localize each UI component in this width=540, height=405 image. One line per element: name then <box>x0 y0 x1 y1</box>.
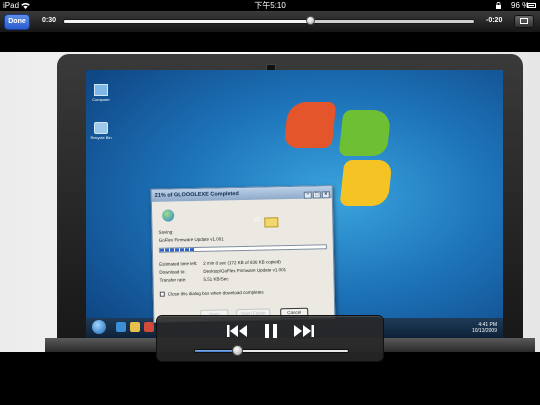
fast-forward-icon <box>294 325 314 337</box>
done-button[interactable]: Done <box>4 14 30 30</box>
file-name: GoFlex Firmware Update v1.001 <box>158 236 224 243</box>
dialog-title-bar: 21% of GLOOOLEXE Completed − □ × <box>151 186 332 202</box>
desktop-icon-label: Recycle Bin <box>90 135 112 140</box>
scrubber-fill <box>64 20 310 23</box>
volume-slider[interactable] <box>194 349 349 353</box>
playback-scrubber[interactable] <box>63 19 475 24</box>
rewind-icon <box>227 325 247 337</box>
aspect-ratio-button[interactable] <box>514 15 534 28</box>
transfer-rate-value: 5.51 KB/Sec <box>203 276 229 282</box>
tray-date: 10/13/2009 <box>471 328 497 334</box>
saving-label: Saving: <box>158 229 174 235</box>
battery-icon <box>527 3 536 8</box>
windows-logo-red <box>283 102 337 148</box>
remaining-time: -0:20 <box>486 17 503 24</box>
download-to-label: Download to: <box>159 269 186 275</box>
download-to-value: Desktop\GoFlex Firmware Update v1.001 <box>203 267 287 274</box>
maximize-icon: □ <box>312 191 321 199</box>
windows-logo-green <box>338 110 392 156</box>
computer-icon <box>94 84 108 96</box>
video-frame[interactable]: Computer Recycle Bin 4:41 PM 10/13/2009 … <box>0 52 540 352</box>
recycle-bin-icon <box>94 122 108 134</box>
aspect-ratio-icon <box>520 18 528 24</box>
status-time: 下午5:10 <box>254 1 286 10</box>
desktop-icon-recycle-bin: Recycle Bin <box>86 122 121 140</box>
desktop-icon-computer: Computer <box>86 84 121 102</box>
folder-icon <box>130 322 140 332</box>
transfer-rate-label: Transfer rate: <box>159 277 187 283</box>
volume-knob[interactable] <box>231 345 243 356</box>
dialog-title: 21% of GLOOOLEXE Completed <box>154 191 239 199</box>
tray-clock: 4:41 PM 10/13/2009 <box>472 322 497 334</box>
media-player-icon <box>144 322 154 332</box>
minimize-icon: − <box>303 191 312 199</box>
close-icon: × <box>321 191 330 199</box>
start-orb-icon <box>92 320 106 334</box>
status-bar: iPad 下午5:10 96 % <box>0 0 540 11</box>
lock-icon <box>496 2 501 9</box>
download-progress-fill <box>159 248 195 252</box>
globe-icon <box>162 209 175 222</box>
player-top-bar: Done 0:30 -0:20 <box>0 11 540 33</box>
eta-value: 2 min 8 sec (172 KB of 836 KB copied) <box>203 259 281 266</box>
folder-icon <box>264 217 279 228</box>
desktop-icon-label: Computer <box>92 97 110 102</box>
playback-controls <box>156 315 384 362</box>
pause-button[interactable] <box>257 321 285 341</box>
fast-forward-button[interactable] <box>290 321 318 341</box>
rewind-button[interactable] <box>223 321 251 341</box>
scrubber-knob[interactable] <box>305 16 315 25</box>
elapsed-time: 0:30 <box>42 17 57 24</box>
paper-icon: ▱ <box>253 213 261 224</box>
close-when-done-checkbox <box>159 291 165 297</box>
ie-icon <box>116 322 126 332</box>
download-progress-bar <box>158 244 327 253</box>
download-dialog: 21% of GLOOOLEXE Completed − □ × ▱ Saving:… <box>150 185 336 323</box>
windows-logo-yellow <box>339 160 393 206</box>
close-when-done-label: Close this dialog box when download comp… <box>167 289 264 297</box>
laptop-screen: Computer Recycle Bin 4:41 PM 10/13/2009 … <box>86 70 503 350</box>
eta-label: Estimated time left: <box>159 260 198 267</box>
pause-icon <box>265 324 277 338</box>
